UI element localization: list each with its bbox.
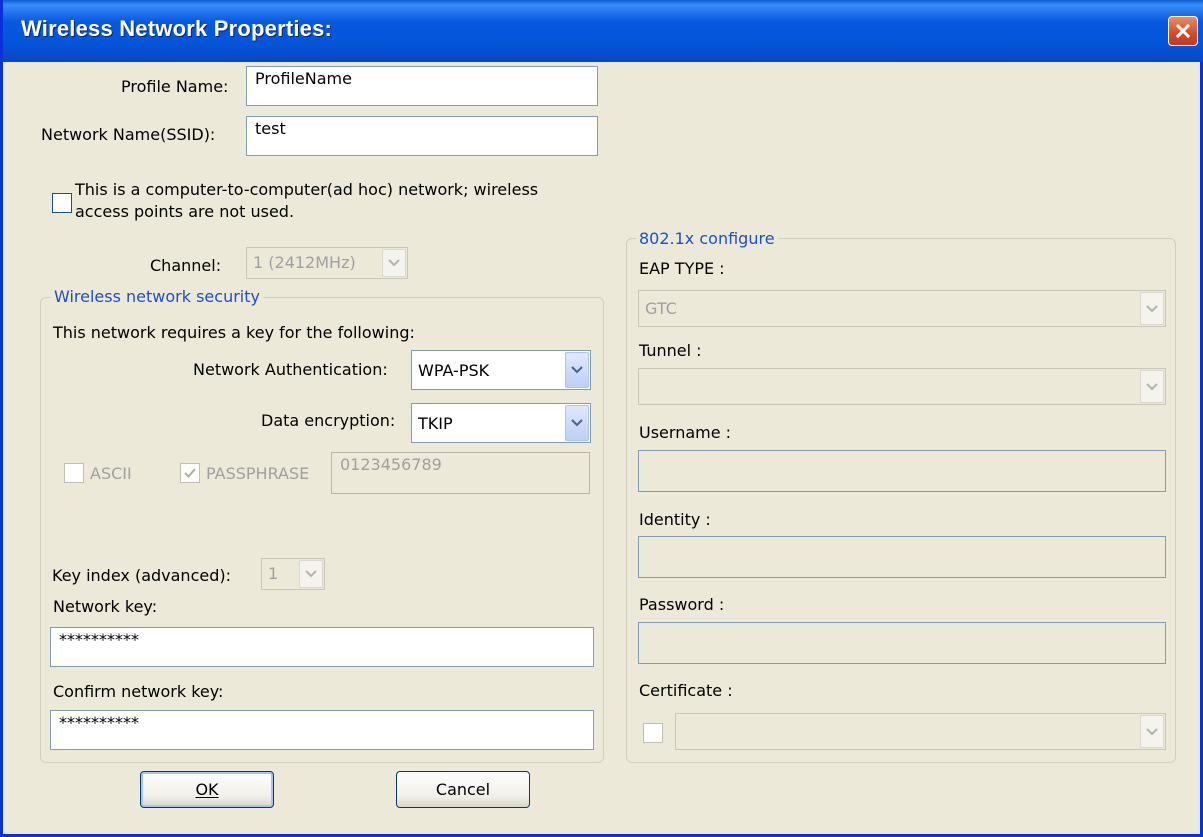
security-group-title: Wireless network security [51, 287, 263, 306]
ssid-input[interactable]: test [246, 116, 598, 156]
identity-label: Identity : [639, 510, 711, 529]
confirm-key-label: Confirm network key: [53, 682, 224, 701]
key-index-value: 1 [268, 564, 279, 583]
tunnel-label: Tunnel : [639, 341, 702, 360]
passphrase-label: PASSPHRASE [206, 464, 310, 483]
password-label: Password : [639, 595, 725, 614]
auth-label: Network Authentication: [193, 360, 388, 379]
close-icon [1175, 23, 1191, 39]
key-index-label: Key index (advanced): [52, 566, 231, 585]
ssid-label: Network Name(SSID): [41, 125, 216, 144]
network-key-input[interactable]: ********** [50, 627, 594, 667]
chevron-down-icon [1140, 292, 1164, 325]
eap-type-select[interactable]: GTC [638, 290, 1166, 327]
chevron-down-icon [382, 249, 406, 277]
profile-name-input[interactable]: ProfileName [246, 66, 598, 106]
adhoc-label-line2: access points are not used. [75, 202, 295, 221]
encryption-value: TKIP [418, 414, 453, 433]
cancel-button[interactable]: Cancel [396, 771, 530, 808]
certificate-label: Certificate : [639, 681, 733, 700]
password-input[interactable] [638, 622, 1166, 664]
dot1x-group-title: 802.1x configure [636, 229, 778, 248]
dialog-window: Wireless Network Properties: Profile Nam… [0, 0, 1203, 837]
certificate-checkbox[interactable] [643, 723, 663, 743]
tunnel-select[interactable] [638, 368, 1166, 405]
encryption-label: Data encryption: [261, 411, 396, 430]
chevron-down-icon [565, 352, 589, 388]
encryption-select[interactable]: TKIP [411, 403, 591, 443]
username-label: Username : [639, 423, 732, 442]
profile-name-label: Profile Name: [121, 77, 229, 96]
key-index-select[interactable]: 1 [261, 558, 325, 590]
chevron-down-icon [299, 560, 323, 588]
confirm-key-input[interactable]: ********** [50, 710, 594, 750]
identity-input[interactable] [638, 536, 1166, 578]
channel-value: 1 (2412MHz) [253, 253, 356, 272]
auth-value: WPA-PSK [418, 361, 490, 380]
check-icon [184, 468, 196, 478]
eap-type-value: GTC [645, 299, 677, 318]
ascii-label: ASCII [90, 464, 132, 483]
security-requires-label: This network requires a key for the foll… [53, 323, 415, 342]
auth-select[interactable]: WPA-PSK [411, 350, 591, 390]
chevron-down-icon [1140, 715, 1164, 748]
network-key-label: Network key: [53, 597, 158, 616]
ok-button-label: OK [195, 780, 219, 799]
chevron-down-icon [565, 405, 589, 441]
username-input[interactable] [638, 450, 1166, 492]
close-button[interactable] [1168, 16, 1198, 46]
title-bar[interactable]: Wireless Network Properties: [3, 0, 1203, 62]
certificate-select[interactable] [675, 713, 1166, 750]
adhoc-checkbox[interactable] [52, 193, 72, 213]
eap-type-label: EAP TYPE : [639, 259, 725, 278]
chevron-down-icon [1140, 370, 1164, 403]
passphrase-input[interactable]: 0123456789 [331, 452, 590, 494]
adhoc-label-line1: This is a computer-to-computer(ad hoc) n… [75, 180, 539, 199]
ok-button[interactable]: OK [140, 771, 274, 808]
cancel-button-label: Cancel [435, 780, 491, 799]
channel-select[interactable]: 1 (2412MHz) [246, 247, 408, 279]
passphrase-checkbox[interactable] [180, 463, 200, 483]
channel-label: Channel: [150, 256, 222, 275]
ascii-checkbox[interactable] [64, 463, 84, 483]
window-title: Wireless Network Properties: [21, 16, 333, 41]
